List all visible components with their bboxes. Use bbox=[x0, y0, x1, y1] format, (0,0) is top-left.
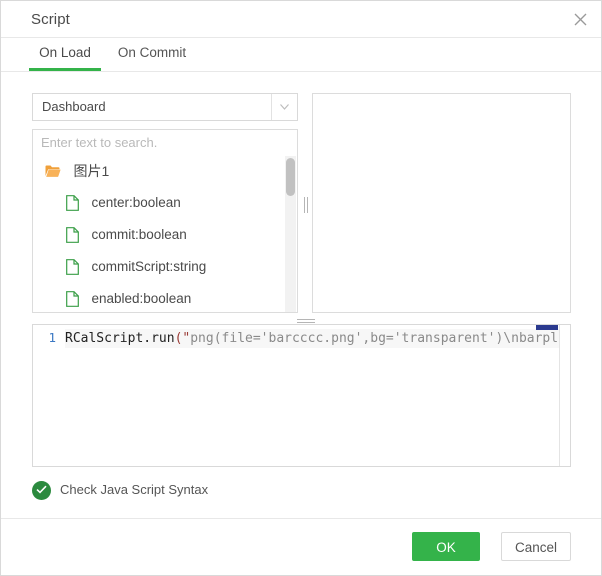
vertical-splitter-handle[interactable] bbox=[302, 197, 310, 213]
tree-scrollbar[interactable] bbox=[285, 156, 296, 312]
tree-node-label: 图片1 bbox=[73, 163, 109, 179]
tree-node-file[interactable]: commitScript:string bbox=[33, 251, 285, 283]
editor-scrollbar[interactable] bbox=[559, 325, 570, 466]
tree-node-label: center:boolean bbox=[91, 195, 180, 210]
script-dialog: Script On Load On Commit Dashboard bbox=[0, 0, 602, 576]
tab-on-commit[interactable]: On Commit bbox=[111, 38, 193, 71]
tree-node-file[interactable]: center:boolean bbox=[33, 187, 285, 219]
tree-node-file[interactable]: commit:boolean bbox=[33, 219, 285, 251]
property-tree: 图片1 center:boolean bbox=[32, 155, 298, 313]
file-icon bbox=[66, 227, 79, 243]
code-token-identifier: RCalScript.run bbox=[65, 331, 175, 346]
scope-select[interactable]: Dashboard bbox=[32, 93, 298, 121]
dialog-footer: OK Cancel bbox=[1, 518, 601, 575]
editor-code-area[interactable]: RCalScript.run("png(file='barcccc.png',b… bbox=[61, 325, 559, 466]
tree-scrollbar-thumb[interactable] bbox=[286, 158, 295, 196]
editor-scrollbar-thumb[interactable] bbox=[536, 325, 558, 330]
check-circle-icon bbox=[32, 481, 51, 500]
search-field-wrapper bbox=[32, 129, 298, 156]
tab-bar: On Load On Commit bbox=[1, 38, 601, 72]
code-line-1: RCalScript.run("png(file='barcccc.png',b… bbox=[65, 329, 559, 348]
tree-node-file[interactable]: enabled:boolean bbox=[33, 283, 285, 313]
tree-node-label: enabled:boolean bbox=[91, 291, 191, 306]
chevron-down-icon[interactable] bbox=[271, 94, 297, 120]
file-icon bbox=[66, 195, 79, 211]
code-token-punct: (" bbox=[175, 331, 191, 346]
dialog-body: Dashboard 图片1 bbox=[1, 71, 602, 576]
tree-node-label: commitScript:string bbox=[91, 259, 206, 274]
dialog-titlebar: Script bbox=[1, 1, 601, 38]
property-tree-list: 图片1 center:boolean bbox=[33, 155, 285, 312]
script-editor[interactable]: 1 RCalScript.run("png(file='barcccc.png'… bbox=[32, 324, 571, 467]
tree-node-folder[interactable]: 图片1 bbox=[33, 155, 285, 187]
search-input[interactable] bbox=[33, 130, 297, 155]
editor-gutter: 1 bbox=[33, 325, 61, 466]
tree-node-label: commit:boolean bbox=[91, 227, 186, 242]
file-icon bbox=[66, 291, 79, 307]
cancel-button[interactable]: Cancel bbox=[501, 532, 571, 561]
check-syntax-label: Check Java Script Syntax bbox=[60, 482, 208, 497]
preview-panel[interactable] bbox=[312, 93, 571, 313]
folder-open-icon bbox=[45, 164, 61, 178]
scope-select-value: Dashboard bbox=[42, 99, 106, 114]
code-token-string: png(file='barcccc.png',bg='transparent')… bbox=[190, 331, 559, 346]
page-title: Script bbox=[31, 11, 70, 28]
close-icon[interactable] bbox=[567, 8, 593, 32]
tab-on-load[interactable]: On Load bbox=[29, 38, 101, 71]
ok-button[interactable]: OK bbox=[412, 532, 480, 561]
line-number: 1 bbox=[48, 330, 56, 345]
file-icon bbox=[66, 259, 79, 275]
